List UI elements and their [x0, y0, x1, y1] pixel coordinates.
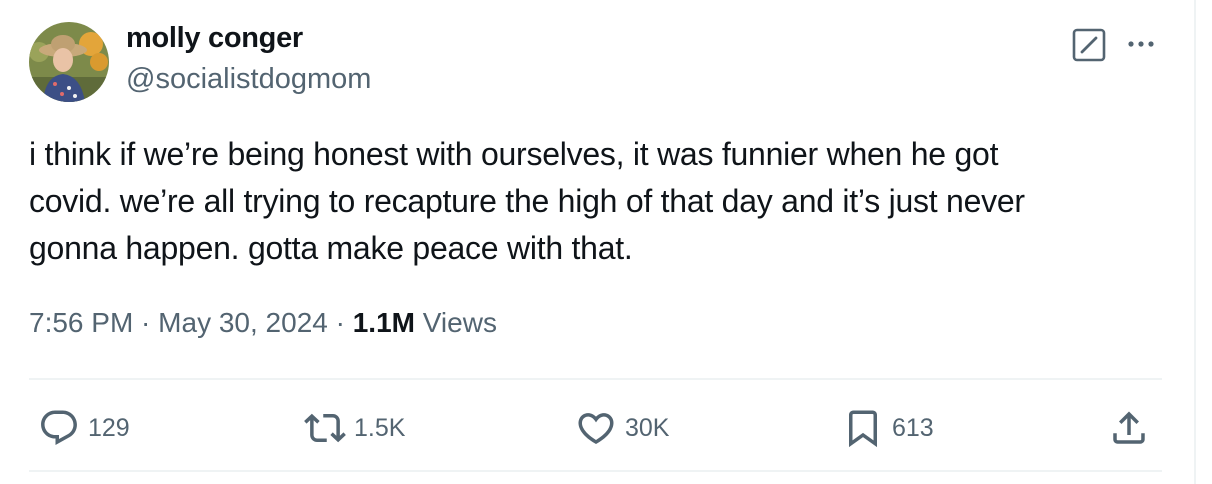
- tweet-date[interactable]: May 30, 2024: [158, 307, 328, 338]
- grok-icon[interactable]: [1071, 27, 1107, 63]
- bookmark-button[interactable]: 613: [842, 406, 934, 450]
- meta-separator: ·: [133, 307, 159, 338]
- repost-button[interactable]: 1.5K: [304, 406, 405, 450]
- tweet-time[interactable]: 7:56 PM: [29, 307, 133, 338]
- bookmark-count: 613: [892, 413, 934, 442]
- avatar-image: [29, 22, 109, 102]
- action-bar: 129 1.5K 30K 613: [0, 400, 1194, 456]
- reply-icon: [41, 410, 77, 445]
- meta-separator: ·: [327, 307, 353, 338]
- tweet-text: i think if we’re being honest with ourse…: [29, 136, 1025, 266]
- column-border: [1194, 0, 1196, 484]
- share-icon: [1113, 411, 1145, 444]
- bookmark-icon: [849, 410, 877, 448]
- tweet-meta: 7:56 PM · May 30, 2024 · 1.1M Views: [29, 307, 497, 339]
- divider: [29, 378, 1162, 380]
- avatar[interactable]: [29, 22, 109, 102]
- reply-count: 129: [88, 413, 130, 442]
- repost-icon: [304, 413, 346, 443]
- more-dots-icon[interactable]: [1123, 27, 1159, 63]
- author-handle[interactable]: @socialistdogmom: [126, 63, 371, 96]
- share-button[interactable]: [1108, 406, 1150, 450]
- views-count: 1.1M: [352, 307, 415, 338]
- like-count: 30K: [625, 413, 670, 442]
- views-label: Views: [414, 307, 497, 338]
- reply-button[interactable]: 129: [38, 406, 130, 450]
- divider: [29, 470, 1162, 472]
- heart-icon: [578, 413, 614, 445]
- like-button[interactable]: 30K: [575, 406, 669, 450]
- author-name[interactable]: molly conger: [126, 22, 303, 55]
- repost-count: 1.5K: [354, 413, 406, 442]
